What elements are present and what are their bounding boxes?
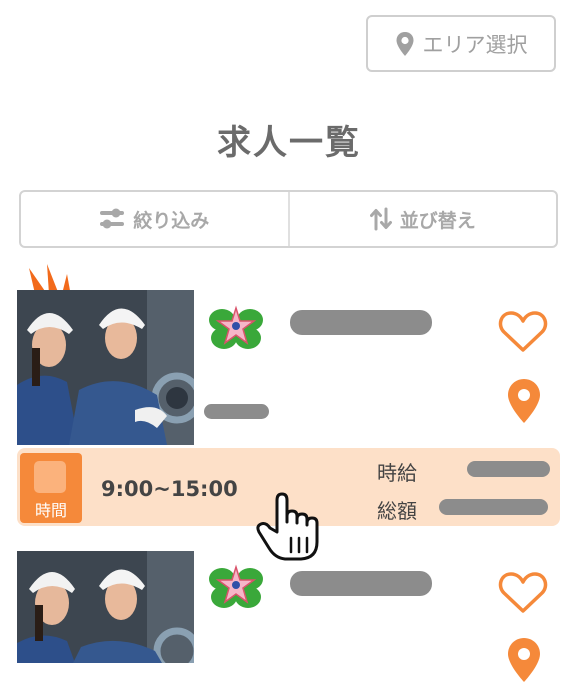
- map-pin-icon: [396, 31, 413, 56]
- job-title-placeholder: [204, 404, 269, 419]
- filter-label: 絞り込み: [133, 209, 210, 232]
- company-logo: [209, 564, 263, 608]
- total-pay-placeholder: [439, 499, 548, 515]
- working-hours: 9:00~15:00: [101, 477, 238, 501]
- location-pin-icon[interactable]: [506, 637, 542, 683]
- sort-button[interactable]: 並び替え: [287, 192, 557, 246]
- time-badge: 時間: [20, 453, 82, 523]
- hourly-wage-placeholder: [467, 461, 550, 477]
- favorite-heart-icon[interactable]: [498, 310, 548, 354]
- area-select-label: エリア選択: [422, 32, 528, 57]
- favorite-heart-icon[interactable]: [498, 571, 548, 615]
- company-name-placeholder: [290, 571, 432, 596]
- filter-sort-bar: 絞り込み 並び替え: [19, 190, 558, 248]
- company-name-placeholder: [290, 310, 432, 335]
- sliders-icon: [100, 208, 125, 229]
- job-photo: [17, 290, 194, 445]
- job-card[interactable]: [0, 551, 578, 682]
- company-logo: [209, 305, 263, 349]
- time-badge-icon: [34, 461, 66, 493]
- total-pay-label: 総額: [377, 499, 417, 523]
- hand-pointer-cursor-icon: [256, 492, 319, 561]
- job-photo: [17, 551, 194, 663]
- hourly-wage-label: 時給: [377, 461, 417, 485]
- time-badge-label: 時間: [34, 501, 67, 520]
- area-select-button[interactable]: エリア選択: [366, 15, 556, 72]
- filter-button[interactable]: 絞り込み: [21, 192, 288, 246]
- location-pin-icon[interactable]: [506, 378, 542, 424]
- page-title: 求人一覧: [217, 123, 361, 163]
- sort-label: 並び替え: [399, 209, 476, 232]
- sort-arrows-icon: [369, 207, 392, 231]
